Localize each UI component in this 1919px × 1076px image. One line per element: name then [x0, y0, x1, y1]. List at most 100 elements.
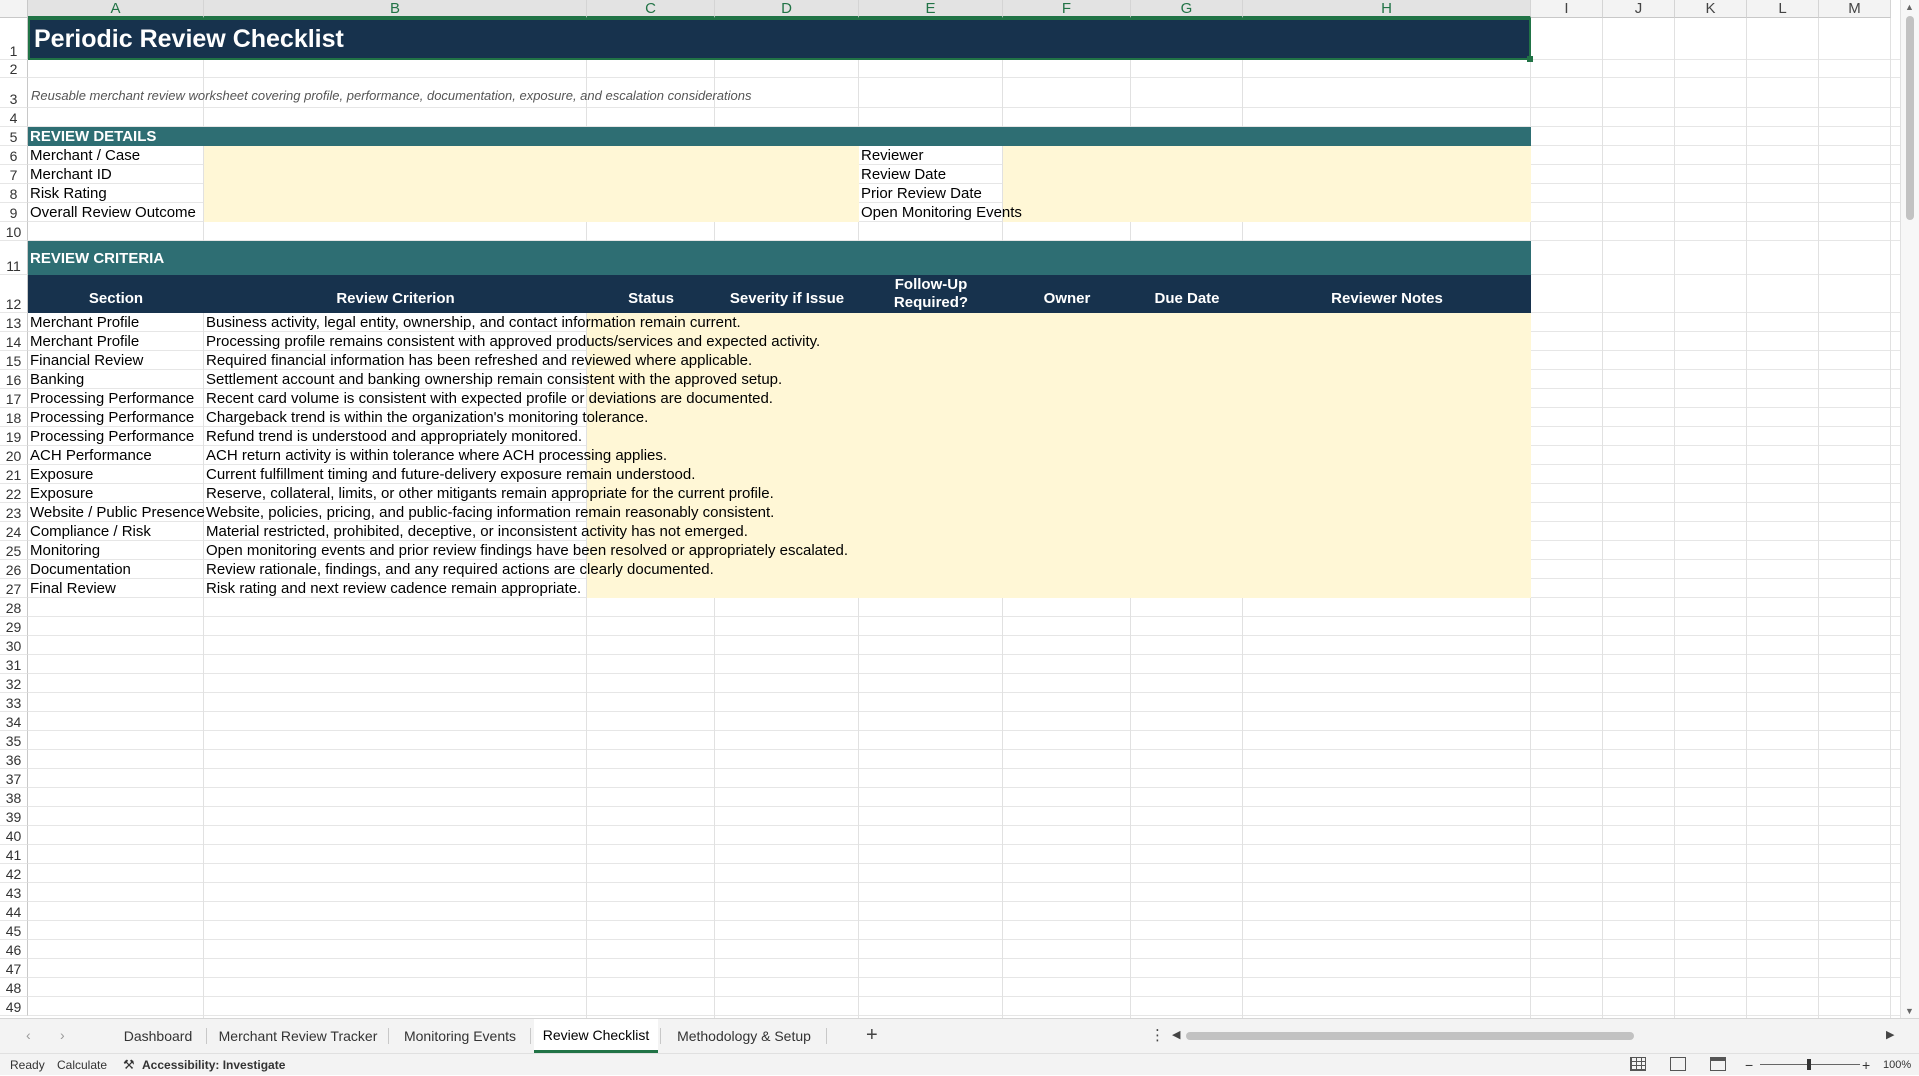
row-header[interactable]: 31 [0, 655, 28, 674]
row-header[interactable]: 44 [0, 902, 28, 921]
row-header[interactable]: 4 [0, 108, 28, 127]
column-header-d[interactable]: D [715, 0, 859, 18]
accessibility-icon[interactable]: ⚒ [123, 1054, 135, 1076]
row-header[interactable]: 15 [0, 351, 28, 370]
row-header[interactable]: 13 [0, 313, 28, 332]
criteria-input-cells[interactable] [587, 446, 1531, 465]
zoom-level[interactable]: 100% [1883, 1054, 1911, 1076]
row-header[interactable]: 9 [0, 203, 28, 222]
horizontal-scroll-thumb[interactable] [1186, 1032, 1634, 1040]
column-header-l[interactable]: L [1747, 0, 1819, 18]
column-header-a[interactable]: A [28, 0, 204, 18]
more-options-icon[interactable]: ⋮ [1150, 1026, 1165, 1044]
status-calculate[interactable]: Calculate [57, 1054, 107, 1076]
row-header[interactable]: 26 [0, 560, 28, 579]
column-header-m[interactable]: M [1819, 0, 1891, 18]
column-header-j[interactable]: J [1603, 0, 1675, 18]
row-header[interactable]: 41 [0, 845, 28, 864]
row-header[interactable]: 43 [0, 883, 28, 902]
row-header[interactable]: 30 [0, 636, 28, 655]
detail-input[interactable] [204, 165, 859, 184]
row-header[interactable]: 8 [0, 184, 28, 203]
tab-merchant-review-tracker[interactable]: Merchant Review Tracker [208, 1019, 388, 1053]
row-header[interactable]: 10 [0, 222, 28, 241]
column-header-g[interactable]: G [1131, 0, 1243, 18]
row-header[interactable]: 40 [0, 826, 28, 845]
zoom-in-icon[interactable]: + [1862, 1054, 1870, 1076]
column-header-b[interactable]: B [204, 0, 587, 18]
select-all-corner[interactable] [0, 0, 28, 18]
row-header[interactable]: 32 [0, 674, 28, 693]
row-header[interactable]: 42 [0, 864, 28, 883]
row-header[interactable]: 20 [0, 446, 28, 465]
row-header[interactable]: 12 [0, 275, 28, 313]
row-header[interactable]: 19 [0, 427, 28, 446]
vertical-scroll-thumb[interactable] [1906, 16, 1914, 220]
row-header[interactable]: 18 [0, 408, 28, 427]
criteria-input-cells[interactable] [587, 560, 1531, 579]
zoom-slider-thumb[interactable] [1807, 1059, 1811, 1070]
row-header[interactable]: 45 [0, 921, 28, 940]
row-header[interactable]: 2 [0, 60, 28, 78]
spreadsheet-grid[interactable]: ABCDEFGHIJKLM 1 2 3 4 5 6 7 8 9 10 11 12 13 14 15 16 17 1… [0, 0, 1900, 1018]
row-header[interactable]: 39 [0, 807, 28, 826]
row-header[interactable]: 23 [0, 503, 28, 522]
page-break-view-icon[interactable] [1710, 1057, 1726, 1071]
status-accessibility[interactable]: Accessibility: Investigate [142, 1054, 285, 1076]
row-header[interactable]: 34 [0, 712, 28, 731]
fill-handle[interactable] [1527, 56, 1533, 62]
row-header[interactable]: 27 [0, 579, 28, 598]
column-header-h[interactable]: H [1243, 0, 1531, 18]
page-layout-view-icon[interactable] [1670, 1057, 1686, 1071]
row-header[interactable]: 48 [0, 978, 28, 997]
detail-input[interactable] [204, 203, 859, 222]
row-header[interactable]: 17 [0, 389, 28, 408]
detail-input[interactable] [204, 146, 859, 165]
row-header[interactable]: 28 [0, 598, 28, 617]
vertical-scrollbar[interactable]: ▲ ▼ [1900, 0, 1919, 1018]
row-header[interactable]: 6 [0, 146, 28, 165]
row-header[interactable]: 16 [0, 370, 28, 389]
zoom-out-icon[interactable]: − [1745, 1054, 1753, 1076]
row-header[interactable]: 3 [0, 78, 28, 108]
row-header[interactable]: 35 [0, 731, 28, 750]
row-header[interactable]: 11 [0, 241, 28, 275]
column-header-k[interactable]: K [1675, 0, 1747, 18]
row-header[interactable]: 36 [0, 750, 28, 769]
row-header[interactable]: 21 [0, 465, 28, 484]
tab-scroll-right-icon[interactable]: › [60, 1027, 65, 1043]
tab-review-checklist[interactable]: Review Checklist [534, 1019, 658, 1053]
criteria-input-cells[interactable] [587, 408, 1531, 427]
hscroll-left-arrow-icon[interactable]: ◀ [1172, 1028, 1180, 1041]
column-header-e[interactable]: E [859, 0, 1003, 18]
row-header[interactable]: 47 [0, 959, 28, 978]
tab-scroll-left-icon[interactable]: ‹ [26, 1027, 31, 1043]
detail-input[interactable] [1003, 146, 1531, 165]
row-header[interactable]: 46 [0, 940, 28, 959]
detail-input[interactable] [204, 184, 859, 203]
row-header[interactable]: 24 [0, 522, 28, 541]
detail-input[interactable] [1003, 165, 1531, 184]
column-header-c[interactable]: C [587, 0, 715, 18]
row-header[interactable]: 14 [0, 332, 28, 351]
criteria-input-cells[interactable] [587, 427, 1531, 446]
add-sheet-plus-icon[interactable]: + [866, 1024, 878, 1047]
tab-methodology-setup[interactable]: Methodology & Setup [662, 1019, 826, 1053]
column-header-i[interactable]: I [1531, 0, 1603, 18]
normal-view-icon[interactable] [1630, 1057, 1646, 1071]
page-title[interactable]: Periodic Review Checklist [28, 18, 1531, 60]
row-header[interactable]: 37 [0, 769, 28, 788]
row-header[interactable]: 1 [0, 18, 28, 60]
criteria-input-cells[interactable] [587, 465, 1531, 484]
scroll-down-arrow-icon[interactable]: ▼ [1905, 1006, 1914, 1016]
tab-monitoring-events[interactable]: Monitoring Events [390, 1019, 530, 1053]
column-header-f[interactable]: F [1003, 0, 1131, 18]
criteria-input-cells[interactable] [587, 579, 1531, 598]
detail-input[interactable] [1003, 184, 1531, 203]
row-header[interactable]: 38 [0, 788, 28, 807]
scroll-up-arrow-icon[interactable]: ▲ [1905, 2, 1914, 12]
tab-dashboard[interactable]: Dashboard [110, 1019, 206, 1053]
hscroll-right-arrow-icon[interactable]: ▶ [1886, 1028, 1894, 1041]
row-header[interactable]: 5 [0, 127, 28, 146]
row-header[interactable]: 22 [0, 484, 28, 503]
